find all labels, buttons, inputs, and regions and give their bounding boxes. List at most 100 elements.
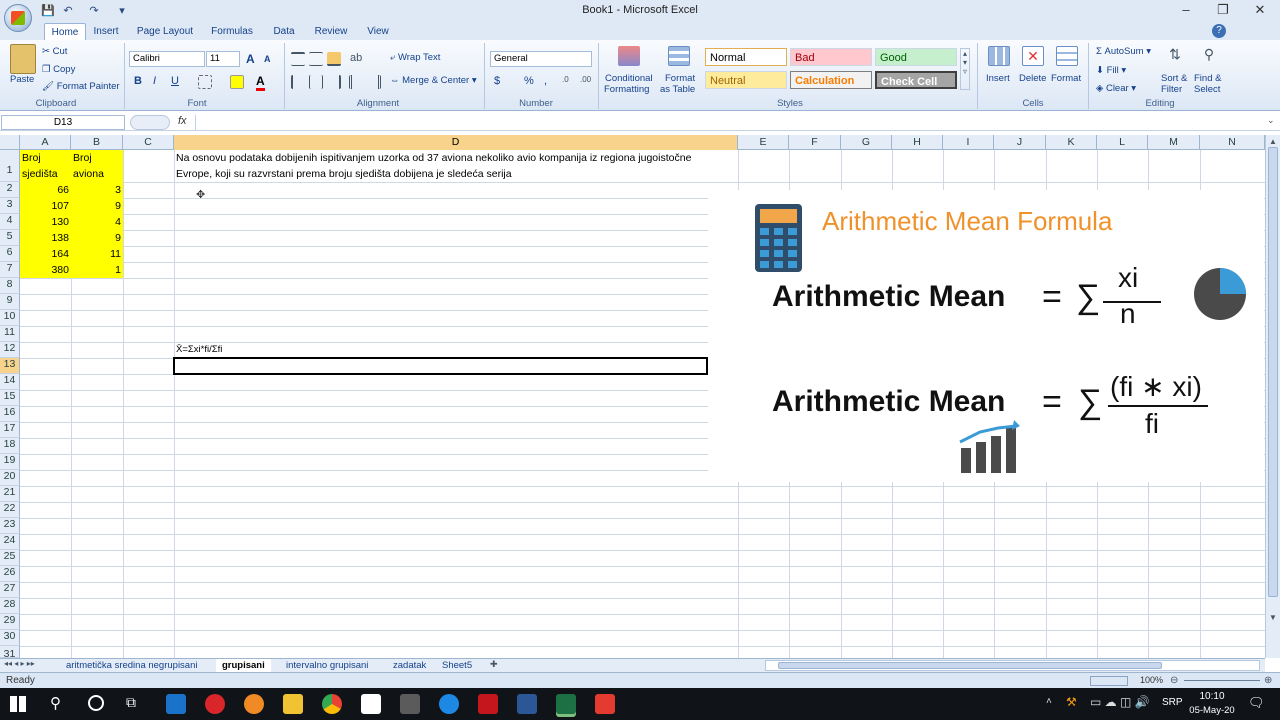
sheet-tab-grupisani[interactable]: grupisani xyxy=(216,659,271,672)
format-as-table-button[interactable]: Format xyxy=(665,73,695,84)
cell-b2[interactable]: 3 xyxy=(71,182,123,198)
cell-a5[interactable]: 138 xyxy=(20,230,71,246)
row-header-27[interactable]: 27 xyxy=(0,582,20,598)
cut-button[interactable]: ✂ Cut xyxy=(42,46,67,57)
row-header-24[interactable]: 24 xyxy=(0,534,20,550)
cortana-icon[interactable] xyxy=(88,695,104,711)
delete-button[interactable]: Delete xyxy=(1019,73,1046,84)
selected-cell-d13[interactable] xyxy=(173,357,708,375)
language-indicator[interactable]: SRP xyxy=(1162,697,1183,708)
search-icon[interactable]: ⚲ xyxy=(50,694,61,712)
increase-indent-icon[interactable] xyxy=(367,75,381,89)
column-header-n[interactable]: N xyxy=(1200,135,1265,150)
bold-button[interactable]: B xyxy=(134,75,142,87)
row-header-4[interactable]: 4 xyxy=(0,214,20,230)
style-neutral[interactable]: Neutral xyxy=(705,71,787,89)
column-header-d[interactable]: D xyxy=(174,135,738,150)
format-painter-button[interactable]: 🖌 Format Painter xyxy=(42,81,120,92)
help-icon[interactable]: ? xyxy=(1212,24,1226,38)
wrap-text-button[interactable]: ⤶ Wrap Text xyxy=(390,52,440,63)
sort-filter-button[interactable]: Sort & xyxy=(1161,73,1187,84)
underline-button[interactable]: U xyxy=(171,75,179,87)
style-bad[interactable]: Bad xyxy=(790,48,872,66)
insert-function-button[interactable]: fx xyxy=(178,115,187,127)
shrink-font-button[interactable]: A xyxy=(264,54,271,64)
increase-decimal-icon[interactable]: .0 xyxy=(562,75,576,89)
sheet-tab-zadatak[interactable]: zadatak xyxy=(387,659,432,672)
sheet-tab-intervalno[interactable]: intervalno grupisani xyxy=(280,659,374,672)
sort-filter-icon[interactable]: ⇅ xyxy=(1164,46,1186,68)
formula-image[interactable]: Arithmetic Mean Formula Arithmetic Mean … xyxy=(708,190,1264,482)
row-header-12[interactable]: 12 xyxy=(0,342,20,358)
copy-button[interactable]: ❐ Copy xyxy=(42,64,75,75)
row-header-7[interactable]: 7 xyxy=(0,262,20,278)
cell-a7[interactable]: 380 xyxy=(20,262,71,278)
cell-a6[interactable]: 164 xyxy=(20,246,71,262)
align-bottom-icon[interactable] xyxy=(327,52,341,66)
firefox-icon[interactable] xyxy=(244,694,264,714)
vertical-scroll-thumb[interactable] xyxy=(1268,147,1278,597)
opera-icon[interactable] xyxy=(205,694,225,714)
cell-b7[interactable]: 1 xyxy=(71,262,123,278)
style-normal[interactable]: Normal xyxy=(705,48,787,66)
edge-icon[interactable] xyxy=(166,694,186,714)
cell-b1[interactable]: Broj aviona xyxy=(71,150,123,182)
align-top-icon[interactable] xyxy=(291,52,305,66)
cell-a2[interactable]: 66 xyxy=(20,182,71,198)
notifications-icon[interactable]: 🗨 xyxy=(1248,695,1265,711)
styles-scroll-icon[interactable]: ▴ ▾ ▿ xyxy=(960,48,970,90)
select-all-corner[interactable] xyxy=(0,135,20,150)
horizontal-scrollbar[interactable] xyxy=(765,660,1260,671)
sheet-nav-icons[interactable]: ◂◂ ◂ ▸ ▸▸ xyxy=(4,659,35,668)
align-center-icon[interactable] xyxy=(309,75,323,89)
task-view-icon[interactable]: ⧉ xyxy=(126,694,136,711)
cell-b3[interactable]: 9 xyxy=(71,198,123,214)
row-header-31[interactable]: 31 xyxy=(0,646,20,658)
column-header-i[interactable]: I xyxy=(943,135,994,150)
paste-button[interactable]: Paste xyxy=(10,74,34,85)
tray-app-icon[interactable]: ⚒ xyxy=(1066,695,1077,709)
fill-color-icon[interactable] xyxy=(230,75,244,89)
decrease-decimal-icon[interactable]: .00 xyxy=(580,75,594,89)
formula-input[interactable] xyxy=(195,115,1265,130)
column-header-h[interactable]: H xyxy=(892,135,943,150)
tab-formulas[interactable]: Formulas xyxy=(206,23,258,40)
column-header-g[interactable]: G xyxy=(841,135,892,150)
row-header-1[interactable]: 1 xyxy=(0,150,20,182)
italic-button[interactable]: I xyxy=(153,75,156,87)
clock-time[interactable]: 10:10 xyxy=(1190,691,1234,702)
office-button[interactable] xyxy=(4,4,32,32)
name-box[interactable]: D13 xyxy=(1,115,125,130)
row-header-20[interactable]: 20 xyxy=(0,470,20,486)
borders-icon[interactable] xyxy=(198,75,212,89)
row-header-8[interactable]: 8 xyxy=(0,278,20,294)
clear-button[interactable]: ◈ Clear ▾ xyxy=(1096,83,1136,94)
column-header-a[interactable]: A xyxy=(20,135,71,150)
column-header-b[interactable]: B xyxy=(71,135,123,150)
row-header-6[interactable]: 6 xyxy=(0,246,20,262)
cell-a3[interactable]: 107 xyxy=(20,198,71,214)
format-button[interactable]: Format xyxy=(1051,73,1081,84)
cell-b5[interactable]: 9 xyxy=(71,230,123,246)
tray-chevron-icon[interactable]: ˄ xyxy=(1046,696,1052,707)
row-header-10[interactable]: 10 xyxy=(0,310,20,326)
row-header-23[interactable]: 23 xyxy=(0,518,20,534)
chrome-icon[interactable] xyxy=(322,694,342,714)
cell-b4[interactable]: 4 xyxy=(71,214,123,230)
conditional-formatting-button[interactable]: Conditional xyxy=(605,73,653,84)
zoom-in-icon[interactable]: ⊕ xyxy=(1264,675,1272,686)
percent-button[interactable]: % xyxy=(524,75,534,87)
sheet-tab-aritmeticka[interactable]: aritmetička sredina negrupisani xyxy=(60,659,203,672)
currency-button[interactable]: $ xyxy=(494,75,500,87)
paste-icon[interactable] xyxy=(10,44,36,74)
align-left-icon[interactable] xyxy=(291,75,305,89)
cell-a1[interactable]: Broj sjedišta xyxy=(20,150,71,182)
decrease-indent-icon[interactable] xyxy=(349,75,363,89)
tab-home[interactable]: Home xyxy=(44,23,86,40)
row-header-14[interactable]: 14 xyxy=(0,374,20,390)
zoom-level[interactable]: 100% xyxy=(1140,675,1163,685)
vertical-scrollbar[interactable]: ▲ ▼ xyxy=(1265,135,1280,658)
acrobat-icon[interactable] xyxy=(478,694,498,714)
row-header-15[interactable]: 15 xyxy=(0,390,20,406)
tab-data[interactable]: Data xyxy=(266,23,302,40)
